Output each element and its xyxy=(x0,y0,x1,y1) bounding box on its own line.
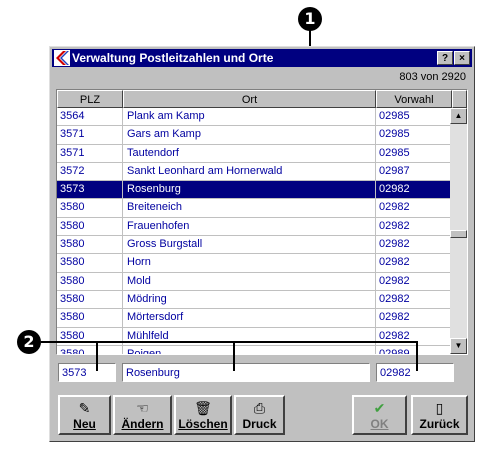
scroll-up-icon[interactable]: ▲ xyxy=(450,108,467,124)
vorwahl-cell: 02982 xyxy=(379,201,410,214)
table-row[interactable]: 3580 Frauenhofen 02982 xyxy=(57,217,450,237)
plz-cell: 3580 xyxy=(57,199,123,218)
column-header-plz[interactable]: PLZ xyxy=(57,90,123,108)
ort-cell: Poigen xyxy=(123,345,376,354)
callout-1-badge: 1 xyxy=(298,7,322,31)
vorwahl-cell: 02985 xyxy=(379,146,410,159)
ort-cell: Mörtersdorf xyxy=(123,309,376,328)
callout-2-tick-plz xyxy=(96,341,98,371)
edit-button[interactable]: ☜ Ändern xyxy=(113,395,172,435)
app-window: Verwaltung Postleitzahlen und Orte ? × 8… xyxy=(49,46,475,442)
close-button[interactable]: × xyxy=(454,51,470,65)
delete-button-label: Löschen xyxy=(178,417,228,431)
ort-cell: Gross Burgstall xyxy=(123,236,376,255)
table-row[interactable]: 3571 Tautendorf 02985 xyxy=(57,144,450,163)
vorwahl-cell: 02982 xyxy=(379,274,410,287)
trash-icon: 🗑 xyxy=(194,400,212,416)
vertical-scrollbar[interactable]: ▲ ▼ xyxy=(450,108,467,354)
ort-cell: Tautendorf xyxy=(123,144,376,163)
vorwahl-cell: 02982 xyxy=(379,311,410,324)
callout-2-badge: 2 xyxy=(17,330,41,354)
postal-code-table: PLZ Ort Vorwahl 3564 Plank am Kamp 02985 35… xyxy=(56,89,468,355)
window-title: Verwaltung Postleitzahlen und Orte xyxy=(72,51,274,65)
ort-cell: Breiteneich xyxy=(123,199,376,218)
header-corner xyxy=(452,90,467,108)
table-row[interactable]: 3580 Mold 02982 xyxy=(57,272,450,291)
plz-cell: 3571 xyxy=(57,126,123,145)
plz-cell: 3573 xyxy=(57,181,123,200)
vorwahl-cell: 02982 xyxy=(379,238,410,251)
ort-cell: Plank am Kamp xyxy=(123,108,376,126)
vorwahl-cell: 02982 xyxy=(379,256,410,269)
ort-cell: Rosenburg xyxy=(123,181,376,200)
title-bar[interactable]: Verwaltung Postleitzahlen und Orte ? × xyxy=(52,49,472,67)
vorwahl-cell: 02985 xyxy=(379,128,410,141)
plz-cell: 3571 xyxy=(57,144,123,163)
ok-button[interactable]: ✔ OK xyxy=(352,395,407,435)
table-row[interactable]: 3564 Plank am Kamp 02985 xyxy=(57,108,450,127)
vorwahl-cell: 02985 xyxy=(379,110,410,122)
ort-cell: Gars am Kamp xyxy=(123,126,376,145)
scroll-down-icon[interactable]: ▼ xyxy=(450,338,467,354)
table-row[interactable]: 3573 Rosenburg 02982 xyxy=(57,181,450,200)
plz-cell: 3564 xyxy=(57,108,123,126)
table-row[interactable]: 3580 Poigen 02989 xyxy=(57,345,450,354)
column-header-vorwahl[interactable]: Vorwahl xyxy=(376,90,452,108)
plz-cell: 3572 xyxy=(57,162,123,181)
plz-cell: 3580 xyxy=(57,217,123,236)
ok-button-label: OK xyxy=(370,417,389,431)
hand-icon: ☜ xyxy=(136,400,149,416)
edit-button-label: Ändern xyxy=(121,417,164,431)
ort-cell: Mödring xyxy=(123,290,376,309)
back-button[interactable]: ▯ Zurück xyxy=(411,395,468,435)
table-row[interactable]: 3580 Gross Burgstall 02982 xyxy=(57,236,450,255)
vorwahl-cell: 02989 xyxy=(379,347,410,354)
help-button[interactable]: ? xyxy=(437,51,453,65)
scroll-thumb[interactable] xyxy=(450,230,467,238)
column-header-ort[interactable]: Ort xyxy=(123,90,376,108)
record-count: 803 von 2920 xyxy=(399,71,466,83)
checkmark-icon: ✔ xyxy=(373,400,386,416)
table-row[interactable]: 3572 Sankt Leonhard am Hornerwald 02987 xyxy=(57,162,450,182)
callout-2-tick-vorwahl xyxy=(416,341,418,371)
ort-field[interactable] xyxy=(122,363,370,382)
table-row[interactable]: 3580 Mühlfeld 02982 xyxy=(57,327,450,346)
table-rows: 3564 Plank am Kamp 02985 3571 Gars am Kamp 02… xyxy=(57,108,450,354)
plz-cell: 3580 xyxy=(57,345,123,354)
vorwahl-cell: 02982 xyxy=(379,219,410,232)
back-button-label: Zurück xyxy=(419,417,460,431)
vorwahl-cell: 02987 xyxy=(379,164,410,177)
table-row[interactable]: 3580 Breiteneich 02982 xyxy=(57,199,450,218)
ort-cell: Horn xyxy=(123,254,376,273)
door-icon: ▯ xyxy=(435,400,444,416)
table-row[interactable]: 3580 Mödring 02982 xyxy=(57,290,450,310)
vorwahl-field[interactable] xyxy=(376,363,454,382)
plz-cell: 3580 xyxy=(57,290,123,309)
print-button[interactable]: ⎙ Druck xyxy=(234,395,285,435)
vorwahl-cell: 02982 xyxy=(379,183,410,196)
plz-cell: 3580 xyxy=(57,236,123,255)
plz-cell: 3580 xyxy=(57,309,123,328)
ort-cell: Sankt Leonhard am Hornerwald xyxy=(123,162,376,181)
print-button-label: Druck xyxy=(242,417,277,431)
ort-cell: Mold xyxy=(123,272,376,291)
table-row[interactable]: 3580 Mörtersdorf 02982 xyxy=(57,309,450,328)
ort-cell: Frauenhofen xyxy=(123,217,376,236)
app-logo-icon xyxy=(54,50,70,66)
plz-cell: 3580 xyxy=(57,254,123,273)
pencil-icon: ✎ xyxy=(78,400,91,416)
plz-field[interactable] xyxy=(58,363,116,382)
vorwahl-cell: 02982 xyxy=(379,292,410,305)
delete-button[interactable]: 🗑 Löschen xyxy=(174,395,232,435)
callout-2-tick-ort xyxy=(233,341,235,371)
plz-cell: 3580 xyxy=(57,272,123,291)
new-button[interactable]: ✎ Neu xyxy=(58,395,111,435)
new-button-label: Neu xyxy=(73,417,96,431)
table-row[interactable]: 3571 Gars am Kamp 02985 xyxy=(57,126,450,145)
table-row[interactable]: 3580 Horn 02982 xyxy=(57,254,450,273)
printer-icon: ⎙ xyxy=(253,400,266,416)
